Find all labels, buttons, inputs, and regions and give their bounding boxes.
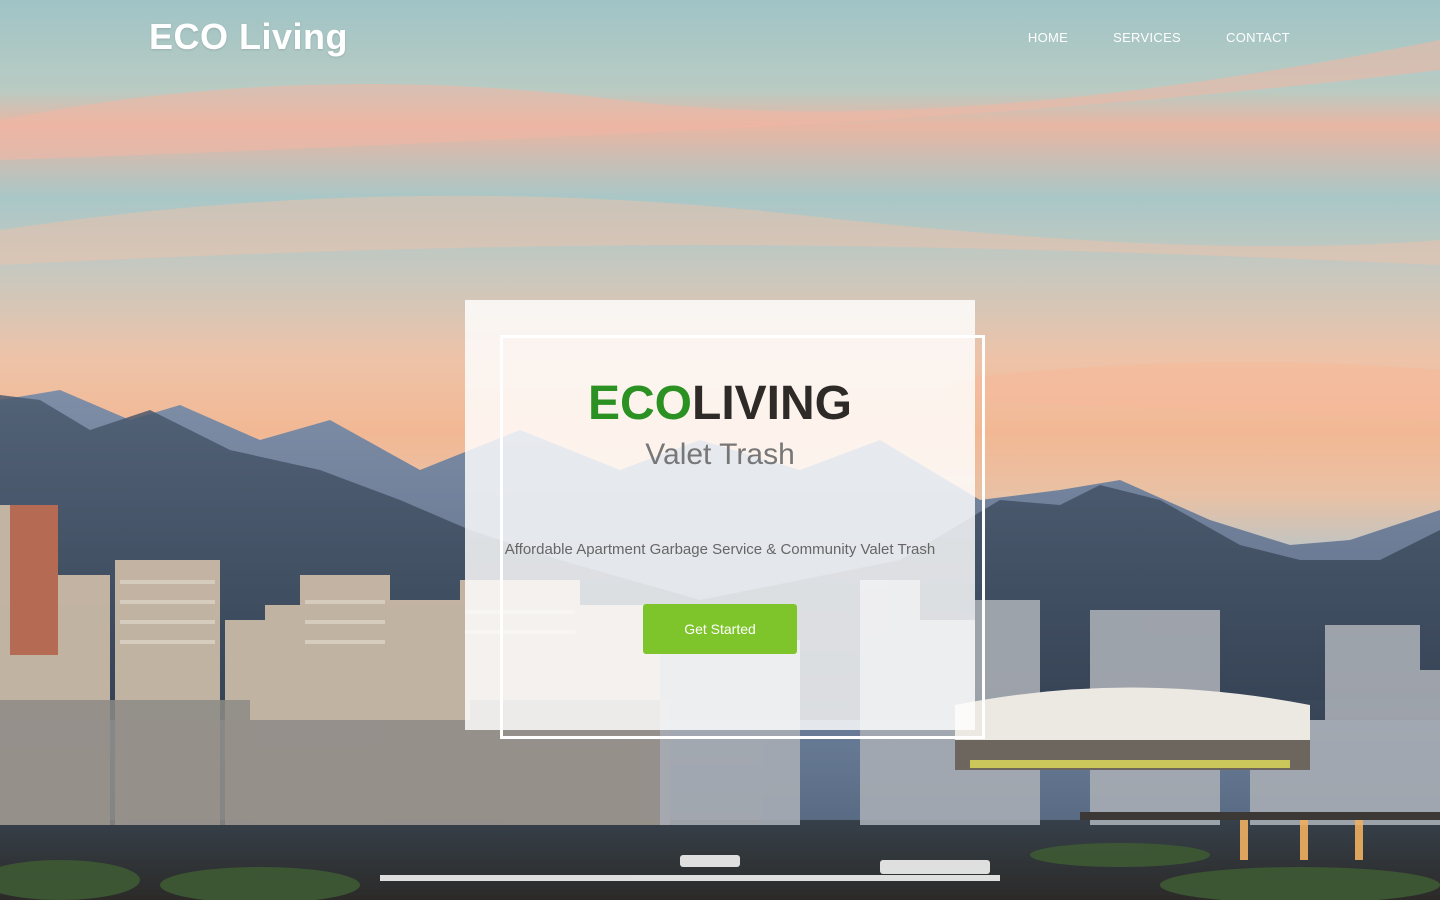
hero-card: ECOLIVING Valet Trash Affordable Apartme… xyxy=(465,300,975,730)
nav-links: HOME SERVICES CONTACT xyxy=(1028,30,1290,45)
brand-title-living: LIVING xyxy=(692,377,853,430)
get-started-button[interactable]: Get Started xyxy=(643,604,797,654)
brand-title-eco: ECO xyxy=(587,377,692,430)
nav-services-link[interactable]: SERVICES xyxy=(1113,30,1181,45)
hero-brand-title: ECOLIVING xyxy=(465,378,975,430)
nav-contact-link[interactable]: CONTACT xyxy=(1226,30,1290,45)
hero-subtitle: Valet Trash xyxy=(645,438,795,471)
hero-section: ECO Living HOME SERVICES CONTACT ECOLIVI… xyxy=(0,0,1440,900)
site-logo[interactable]: ECO Living xyxy=(149,16,348,58)
top-navigation: ECO Living HOME SERVICES CONTACT xyxy=(0,0,1440,80)
hero-tagline: Affordable Apartment Garbage Service & C… xyxy=(504,541,936,558)
nav-home-link[interactable]: HOME xyxy=(1028,30,1068,45)
